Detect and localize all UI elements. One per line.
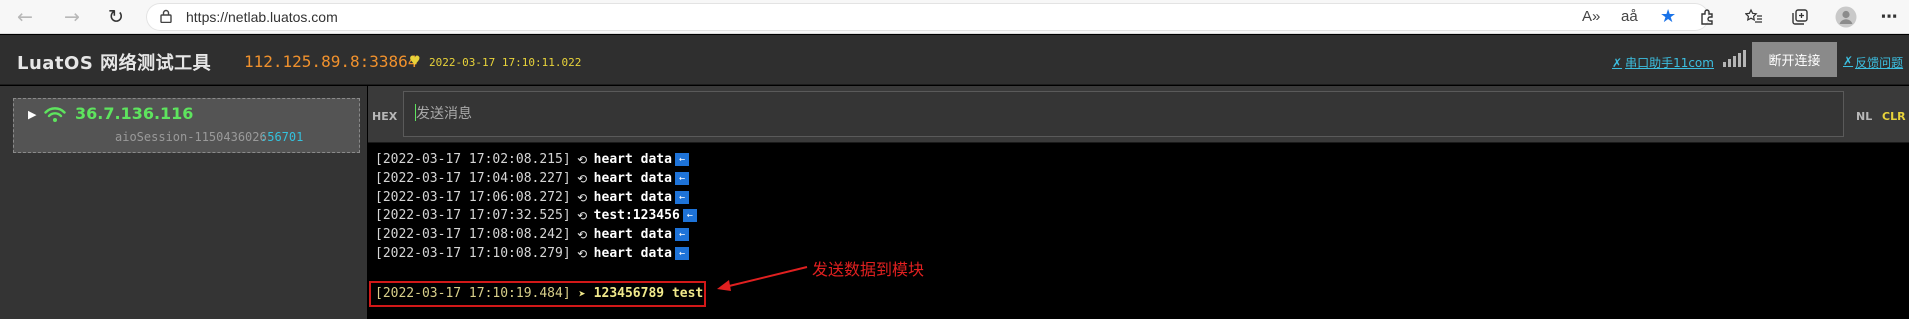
log-message: heart data — [593, 171, 672, 186]
browser-toolbar: ← → ↻ https://netlab.luatos.com A» aå ★ … — [0, 0, 1909, 34]
app-title: LuatOS 网络测试工具 — [17, 53, 212, 74]
annotation-arrow-icon — [717, 266, 808, 291]
heart-icon: ♥ — [409, 54, 421, 69]
highlight-box — [369, 281, 706, 307]
log-entry: [2022-03-17 17:10:08.279] ⟲ heart data ← — [375, 244, 689, 263]
received-icon: ⟲ — [577, 227, 588, 242]
signal-strength-icon — [1723, 50, 1746, 67]
address-bar[interactable]: https://netlab.luatos.com A» aå ★ — [146, 3, 1709, 31]
tool-icon: ✗ — [1843, 54, 1854, 68]
incoming-arrow-icon: ← — [674, 247, 689, 260]
incoming-arrow-icon: ← — [674, 153, 689, 166]
log-entry: [2022-03-17 17:04:08.227] ⟲ heart data ← — [375, 169, 689, 188]
newline-toggle[interactable]: NL — [1856, 110, 1872, 123]
session-ip: 36.7.136.116 — [75, 104, 194, 123]
feedback-label: 反馈问题 — [1855, 56, 1904, 70]
extensions-icon[interactable] — [1697, 6, 1719, 28]
log-timestamp: [2022-03-17 17:07:32.525] — [375, 208, 571, 223]
log-entry: [2022-03-17 17:06:08.272] ⟲ heart data ← — [375, 188, 689, 207]
serial-assistant-label: 串口助手11com — [1625, 56, 1714, 70]
log-message: test:123456 — [593, 208, 680, 223]
hex-toggle[interactable]: HEX — [372, 110, 397, 123]
session-item[interactable]: ▶ 36.7.136.116 aioSession-1150436026 :56… — [13, 98, 360, 153]
log-message: heart data — [593, 246, 672, 261]
app-header: LuatOS 网络测试工具 112.125.89.8:33864 ♥ 2022-… — [0, 35, 1909, 85]
log-timestamp: [2022-03-17 17:08:08.242] — [375, 227, 571, 242]
session-id: aioSession-1150436026 — [115, 130, 267, 144]
translate-icon[interactable]: aå — [1621, 8, 1638, 25]
favorite-star-icon[interactable]: ★ — [1660, 6, 1676, 27]
log-entry: [2022-03-17 17:07:32.525] ⟲ test:123456 … — [375, 206, 697, 225]
log-message: heart data — [593, 227, 672, 242]
session-sidebar: ▶ 36.7.136.116 aioSession-1150436026 :56… — [0, 86, 367, 319]
back-icon[interactable]: ← — [12, 4, 38, 30]
tool-icon: ✗ — [1612, 55, 1623, 70]
log-message: heart data — [593, 152, 672, 167]
received-icon: ⟲ — [577, 208, 588, 223]
send-message-input[interactable] — [403, 91, 1844, 137]
log-timestamp: [2022-03-17 17:02:08.215] — [375, 152, 571, 167]
url-text[interactable]: https://netlab.luatos.com — [186, 9, 338, 25]
log-entry: [2022-03-17 17:08:08.242] ⟲ heart data ← — [375, 225, 689, 244]
log-timestamp: [2022-03-17 17:04:08.227] — [375, 171, 571, 186]
received-icon: ⟲ — [577, 190, 588, 205]
feedback-link[interactable]: ✗ 反馈问题 — [1843, 54, 1903, 71]
text-caret — [415, 104, 416, 121]
log-timestamp: [2022-03-17 17:06:08.272] — [375, 190, 571, 205]
more-menu-icon[interactable]: ⋯ — [1878, 6, 1900, 28]
clear-button[interactable]: CLR — [1882, 110, 1906, 123]
wifi-icon — [44, 107, 66, 122]
incoming-arrow-icon: ← — [682, 209, 697, 222]
incoming-arrow-icon: ← — [674, 191, 689, 204]
annotation-text: 发送数据到模块 — [812, 260, 925, 279]
serial-assistant-link[interactable]: ✗ 串口助手11com — [1612, 54, 1714, 71]
incoming-arrow-icon: ← — [674, 228, 689, 241]
log-entry: [2022-03-17 17:02:08.215] ⟲ heart data ← — [375, 150, 689, 169]
received-icon: ⟲ — [577, 171, 588, 186]
collections-icon[interactable] — [1789, 6, 1811, 28]
read-aloud-icon[interactable]: A» — [1582, 8, 1600, 25]
received-icon: ⟲ — [577, 152, 588, 167]
favorites-icon[interactable] — [1743, 6, 1765, 28]
server-time: 2022-03-17 17:10:11.022 — [429, 56, 582, 69]
session-port: :56701 — [260, 130, 304, 144]
disconnect-button[interactable]: 断开连接 — [1752, 42, 1837, 77]
log-message: heart data — [593, 190, 672, 205]
profile-avatar-icon[interactable] — [1835, 6, 1857, 28]
received-icon: ⟲ — [577, 246, 588, 261]
expand-arrow-icon[interactable]: ▶ — [28, 108, 36, 121]
forward-icon[interactable]: → — [59, 4, 85, 30]
lock-icon — [160, 9, 172, 23]
refresh-icon[interactable]: ↻ — [103, 4, 129, 30]
log-timestamp: [2022-03-17 17:10:08.279] — [375, 246, 571, 261]
send-bar: HEX NL CLR — [368, 86, 1909, 143]
incoming-arrow-icon: ← — [674, 172, 689, 185]
server-address: 112.125.89.8:33864 — [244, 52, 418, 71]
